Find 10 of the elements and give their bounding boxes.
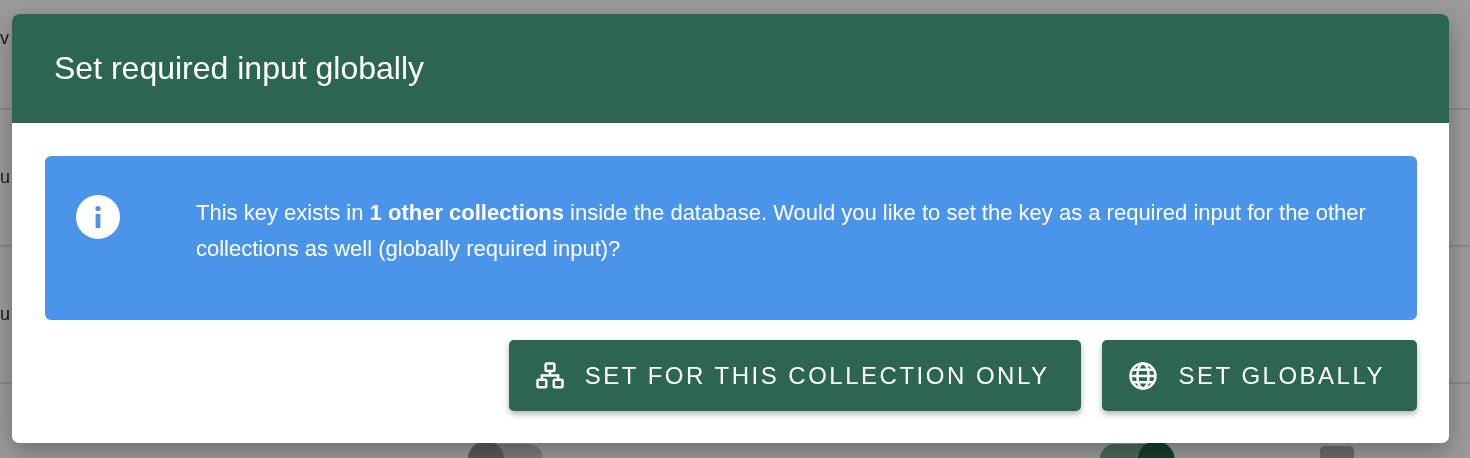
info-icon <box>76 195 120 239</box>
globe-icon <box>1128 360 1159 391</box>
set-globally-button[interactable]: SET GLOBALLY <box>1102 340 1417 411</box>
row-label: u <box>0 304 10 325</box>
alert-message: This key exists in 1 other collections inside the database. Would you like to set the key as a required input for the other collections as well (globally required input)? <box>196 199 1367 263</box>
hierarchy-icon <box>534 360 565 391</box>
row-label: u <box>0 167 10 188</box>
set-collection-button[interactable]: SET FOR THIS COLLECTION ONLY <box>508 340 1082 411</box>
dialog-title: Set required input globally <box>54 50 424 87</box>
row-label: v <box>0 28 9 49</box>
